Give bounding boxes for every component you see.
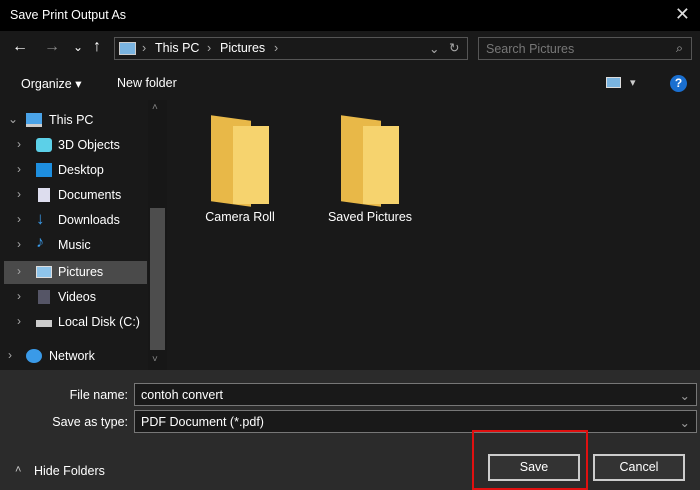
forward-button[interactable]: → (44, 38, 60, 56)
view-icon[interactable] (606, 77, 621, 88)
chevron-right-icon[interactable]: › (17, 289, 21, 303)
folder-item[interactable]: Saved Pictures (310, 115, 430, 224)
new-folder-button[interactable]: New folder (117, 76, 177, 90)
up-button[interactable]: ↑ (93, 38, 101, 56)
sidebar-item-3d-objects[interactable]: › 3D Objects (4, 134, 147, 157)
save-as-type-value: PDF Document (*.pdf) (141, 415, 264, 429)
toolbar (0, 67, 700, 100)
help-button[interactable]: ? (670, 75, 687, 92)
pictures-icon (119, 42, 136, 55)
search-icon: ⌕ (675, 41, 683, 55)
folder-icon (211, 115, 269, 207)
folder-item[interactable]: Camera Roll (180, 115, 300, 224)
cube-icon (36, 138, 52, 152)
pictures-icon (36, 266, 52, 278)
scroll-down-icon[interactable]: ˅ (152, 354, 158, 365)
sidebar-item-music[interactable]: › ♪ Music (4, 234, 147, 257)
save-button[interactable]: Save (488, 454, 580, 481)
sidebar-item-local-disk[interactable]: › Local Disk (C:) (4, 311, 147, 334)
pc-icon (26, 113, 42, 127)
breadcrumb-pictures[interactable]: Pictures (220, 41, 265, 55)
chevron-down-icon[interactable]: ⌄ (680, 388, 690, 403)
chevron-up-icon[interactable]: ˄ (15, 464, 21, 476)
save-as-type-select[interactable]: PDF Document (*.pdf) ⌄ (134, 410, 697, 433)
breadcrumb-this-pc[interactable]: This PC (155, 41, 199, 55)
sidebar-item-network[interactable]: › Network (0, 345, 143, 368)
sidebar-item-desktop[interactable]: › Desktop (4, 159, 147, 182)
navigation-pane: ⌄ This PC › 3D Objects › Desktop › Document… (0, 100, 148, 370)
videos-icon (38, 290, 50, 304)
recent-locations-button[interactable]: ⌄ (73, 40, 83, 54)
breadcrumb-separator: › (207, 41, 212, 55)
file-list: Camera Roll Saved Pictures (167, 100, 700, 370)
chevron-right-icon[interactable]: › (17, 237, 21, 251)
view-dropdown-button[interactable]: ▾ (630, 76, 636, 89)
cancel-button[interactable]: Cancel (593, 454, 685, 481)
folder-icon (341, 115, 399, 207)
scroll-up-icon[interactable]: ˄ (152, 102, 158, 113)
refresh-icon[interactable]: ↻ (449, 40, 459, 55)
scrollbar-thumb[interactable] (150, 208, 165, 350)
breadcrumb-separator: › (142, 41, 147, 55)
network-icon (26, 349, 42, 363)
sidebar-item-downloads[interactable]: › ↓ Downloads (4, 209, 147, 232)
chevron-right-icon[interactable]: › (17, 162, 21, 176)
window-title: Save Print Output As (10, 8, 127, 22)
close-button[interactable]: ✕ (675, 4, 690, 25)
search-placeholder: Search Pictures (486, 42, 575, 56)
hide-folders-button[interactable]: Hide Folders (34, 464, 105, 478)
music-icon: ♪ (36, 234, 44, 251)
address-bar[interactable]: › This PC › Pictures › ⌄ ↻ (114, 37, 468, 60)
address-dropdown-icon[interactable]: ⌄ (429, 41, 439, 56)
sidebar-item-videos[interactable]: › Videos (4, 286, 147, 309)
desktop-icon (36, 163, 52, 177)
sidebar-item-this-pc[interactable]: ⌄ This PC (0, 109, 143, 132)
organize-button[interactable]: Organize ▾ (21, 76, 81, 91)
breadcrumb-separator: › (274, 41, 279, 55)
save-as-type-label: Save as type: (52, 415, 128, 429)
disk-icon (36, 320, 52, 327)
chevron-down-icon[interactable]: ⌄ (8, 112, 18, 126)
chevron-right-icon[interactable]: › (8, 348, 12, 362)
download-icon: ↓ (36, 209, 45, 228)
documents-icon (38, 188, 50, 202)
chevron-down-icon[interactable]: ⌄ (680, 415, 690, 430)
chevron-right-icon[interactable]: › (17, 187, 21, 201)
chevron-right-icon[interactable]: › (17, 314, 21, 328)
chevron-right-icon[interactable]: › (17, 212, 21, 226)
back-button[interactable]: ← (12, 38, 28, 56)
search-input[interactable]: Search Pictures ⌕ (478, 37, 692, 60)
file-name-label: File name: (69, 388, 128, 402)
file-name-input[interactable]: contoh convert ⌄ (134, 383, 697, 406)
sidebar-item-pictures[interactable]: › Pictures (4, 261, 147, 284)
file-name-value: contoh convert (141, 388, 223, 402)
chevron-right-icon[interactable]: › (17, 264, 21, 278)
chevron-right-icon[interactable]: › (17, 137, 21, 151)
sidebar-item-documents[interactable]: › Documents (4, 184, 147, 207)
